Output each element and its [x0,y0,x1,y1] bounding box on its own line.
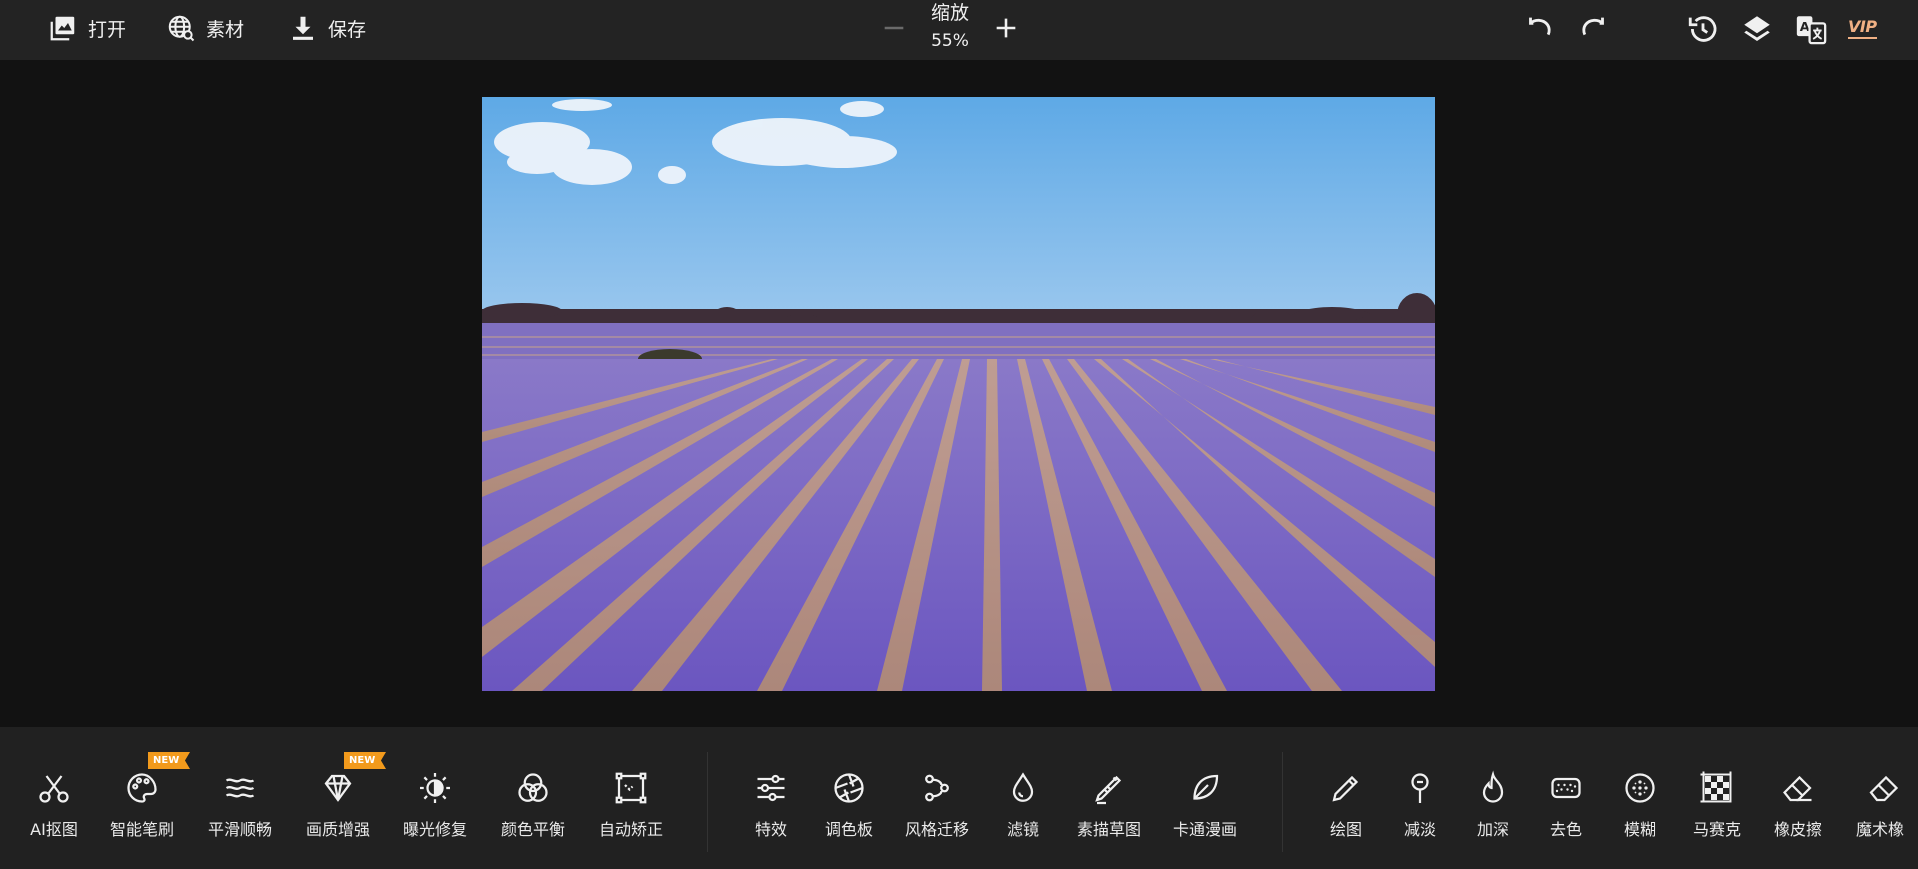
vip-badge[interactable]: VIP [1848,17,1877,39]
lavender-field-image [482,97,1435,691]
history-icon[interactable] [1686,12,1720,46]
crop-frame-icon [615,772,647,804]
open-label: 打开 [88,18,127,41]
magic-eraser-icon [1869,775,1898,802]
palette-icon [127,773,157,803]
brightness-icon [420,773,450,803]
sketch-pen-icon [1095,775,1122,805]
tool-smooth[interactable]: 平滑顺畅 [192,762,288,842]
tool-auto-correct[interactable]: 自动矫正 [583,762,679,842]
tool-color-balance[interactable]: 颜色平衡 [485,762,581,842]
leaf-icon [1193,774,1219,800]
tool-label: 自动矫正 [598,820,663,839]
aperture-icon [834,773,864,803]
scissors-icon [39,775,69,803]
open-button[interactable]: 打开 [48,0,126,56]
zoom-in-icon[interactable] [992,14,1020,42]
svg-text:A: A [1800,20,1810,35]
new-badge: NEW [344,752,386,769]
tool-smart-brush[interactable]: 智能笔刷 [94,762,190,842]
tool-exposure-fix[interactable]: 曝光修复 [387,762,483,842]
zoom-value: 55% [931,31,969,51]
save-button[interactable]: 保存 [288,0,366,56]
eraser-icon [1782,775,1812,802]
tool-sketch[interactable]: 素描草图 [1061,762,1157,842]
waves-icon [225,778,255,798]
mosaic-icon [1700,771,1732,803]
blur-icon [1625,773,1655,803]
flame-icon [1482,770,1504,803]
sponge-icon [1551,777,1581,799]
assets-button[interactable]: 素材 [166,0,244,56]
redo-icon[interactable] [1577,12,1611,46]
drop-icon [1012,772,1034,802]
tool-quality-enhance[interactable]: 画质增强 [290,762,386,842]
new-badge: NEW [148,752,190,769]
undo-icon[interactable] [1522,12,1556,46]
image-open-icon [50,16,75,41]
translate-icon[interactable]: A [1794,12,1828,46]
tool-group-divider [707,752,708,852]
tool-label: 卡通漫画 [1172,820,1237,839]
image-canvas[interactable] [482,97,1435,691]
zoom-out-icon[interactable] [880,14,908,42]
download-icon [293,16,313,40]
diamond-icon [324,774,352,802]
zoom-label: 缩放 [930,2,969,24]
layers-icon[interactable] [1740,12,1774,46]
globe-search-icon [168,15,195,42]
style-transfer-icon [925,774,949,802]
color-circles-icon [518,773,548,802]
pencil-icon [1332,775,1359,802]
sliders-icon [757,774,785,802]
save-label: 保存 [328,18,367,41]
tool-label: 魔术橡 [1855,820,1904,839]
dodge-icon [1411,773,1429,803]
tool-cartoon[interactable]: 卡通漫画 [1157,762,1253,842]
tool-magic-eraser[interactable]: 魔术橡 [1832,762,1918,842]
tool-group-divider [1282,752,1283,852]
assets-label: 素材 [206,18,245,41]
